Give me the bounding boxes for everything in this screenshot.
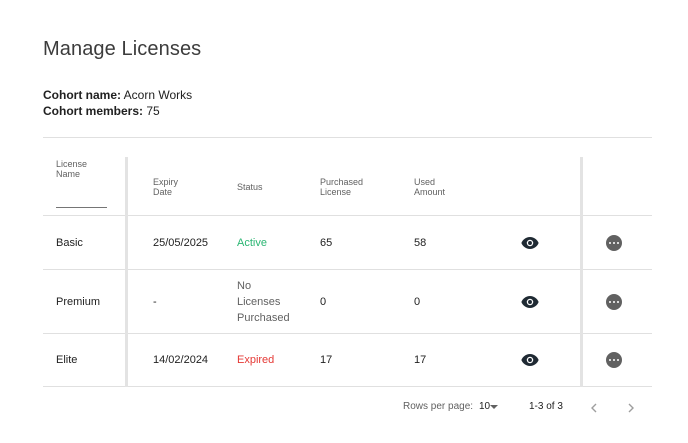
cohort-name-label: Cohort name: (43, 88, 121, 102)
status-expired: Expired (237, 354, 275, 366)
page-title: Manage Licenses (43, 38, 202, 60)
caret-down-icon[interactable] (490, 405, 498, 409)
license-name: Basic (56, 237, 83, 249)
chevron-right-icon[interactable] (626, 403, 636, 413)
column-header-text: Amount (414, 187, 446, 197)
column-header-text: License (56, 159, 88, 169)
purchased-license: 17 (320, 354, 333, 366)
table-row: Premium - No Licenses Purchased 0 0 (43, 270, 652, 334)
status-text: No (237, 280, 252, 292)
column-header-text: Date (153, 187, 173, 197)
cohort-members-value: 75 (146, 104, 160, 118)
column-header-expiry-date: Expiry Date (153, 177, 178, 197)
status-text: Licenses (237, 296, 281, 308)
column-header-text: Purchased (320, 177, 364, 187)
more-horizontal-icon[interactable] (606, 352, 622, 368)
sticky-column-divider (580, 157, 583, 387)
status-text: Purchased (237, 312, 290, 324)
status-active: Active (237, 237, 267, 249)
column-header-text: Expiry (153, 177, 179, 187)
used-amount: 58 (414, 237, 427, 249)
eye-icon[interactable] (521, 295, 539, 309)
table-row: Elite 14/02/2024 Expired 17 17 (43, 334, 652, 387)
license-name: Premium (56, 296, 101, 308)
expiry-date: - (153, 296, 157, 308)
column-header-used-amount: Used Amount (414, 177, 445, 197)
table-row: Basic 25/05/2025 Active 65 58 (43, 216, 652, 270)
eye-icon[interactable] (521, 236, 539, 250)
column-header-text: Name (56, 169, 81, 179)
purchased-license: 65 (320, 237, 333, 249)
license-name: Elite (56, 354, 78, 366)
column-header-status: Status (237, 182, 263, 192)
table-header-row: License Name Expiry Date Status Purchase… (43, 157, 652, 216)
rows-per-page-select[interactable]: 10 (479, 401, 490, 412)
column-header-purchased-license: Purchased License (320, 177, 363, 197)
status-no-licenses: No Licenses Purchased (237, 278, 290, 326)
rows-per-page-label: Rows per page: (403, 401, 474, 412)
cohort-members: Cohort members: 75 (43, 104, 160, 118)
more-horizontal-icon[interactable] (606, 294, 622, 310)
section-divider (43, 137, 652, 138)
column-header-license-name[interactable]: License Name (56, 159, 87, 179)
licenses-table: License Name Expiry Date Status Purchase… (43, 157, 652, 387)
expiry-date: 25/05/2025 (153, 237, 209, 249)
more-horizontal-icon[interactable] (606, 235, 622, 251)
cohort-members-label: Cohort members: (43, 104, 144, 118)
cohort-name: Cohort name: Acorn Works (43, 88, 192, 102)
used-amount: 0 (414, 296, 421, 308)
column-header-text: License (320, 187, 352, 197)
expiry-date: 14/02/2024 (153, 354, 209, 366)
purchased-license: 0 (320, 296, 327, 308)
column-header-text: Used (414, 177, 436, 187)
sticky-column-divider (125, 157, 128, 387)
license-name-filter-underline[interactable] (56, 207, 107, 208)
cohort-name-value: Acorn Works (123, 88, 193, 102)
pagination-range: 1-3 of 3 (529, 401, 563, 412)
eye-icon[interactable] (521, 353, 539, 367)
used-amount: 17 (414, 354, 427, 366)
chevron-left-icon[interactable] (589, 403, 599, 413)
